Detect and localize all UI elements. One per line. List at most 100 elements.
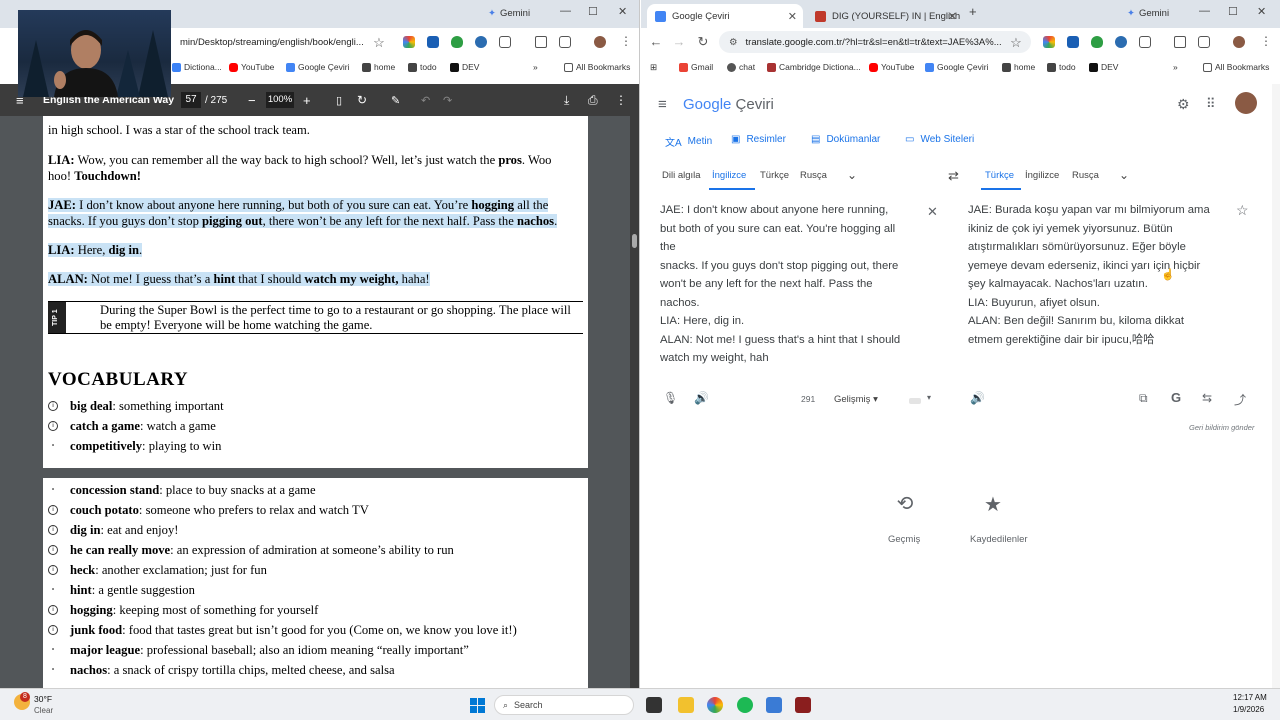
rotate-icon[interactable]: ↻ — [357, 93, 367, 107]
back-icon[interactable]: ← — [645, 34, 667, 49]
google-apps-icon[interactable]: ⠿ — [1206, 96, 1216, 112]
clock-time[interactable]: 12:17 AM — [1233, 693, 1267, 702]
source-lang-detect[interactable]: Dili algıla — [662, 170, 701, 181]
star-icon[interactable]: ☆ — [368, 35, 390, 51]
minimize-icon[interactable]: — — [560, 5, 571, 17]
menu-icon[interactable]: ⋮ — [620, 34, 632, 48]
all-bookmarks[interactable]: All Bookmarks — [1203, 62, 1269, 72]
bookmark-item[interactable]: todo — [1047, 62, 1076, 72]
reading-list-icon[interactable] — [559, 36, 571, 48]
shield-icon[interactable] — [451, 36, 463, 48]
zoom-input[interactable]: 100% — [266, 92, 294, 108]
listen-source-icon[interactable]: 🔊 — [694, 391, 709, 405]
listen-translation-icon[interactable]: 🔊 — [970, 391, 985, 405]
mode-documents[interactable]: ▤ Dokümanlar — [811, 134, 880, 145]
bookmark-item[interactable]: chat — [727, 62, 755, 72]
save-star-icon[interactable]: ☆ — [1236, 202, 1249, 219]
redo-icon[interactable]: ↷ — [443, 94, 452, 107]
task-view-icon[interactable] — [646, 697, 662, 713]
copy-icon[interactable]: ⧉ — [1139, 391, 1148, 406]
gemini-button[interactable]: ✦ Gemini — [488, 8, 530, 19]
clock-date[interactable]: 1/9/2026 — [1233, 705, 1264, 714]
pdf-scrollbar[interactable] — [630, 116, 639, 688]
history-label[interactable]: Geçmiş — [888, 534, 920, 545]
bookmark-item[interactable]: Google Çeviri — [286, 62, 350, 72]
reload-icon[interactable]: ↻ — [692, 34, 714, 50]
all-bookmarks[interactable]: All Bookmarks — [564, 62, 630, 72]
bookmark-star-icon[interactable] — [1174, 36, 1186, 48]
share-icon[interactable]: ⤴ — [1234, 391, 1246, 408]
bookmark-item[interactable]: DEV — [1089, 62, 1118, 72]
target-lang-english[interactable]: İngilizce — [1025, 170, 1059, 181]
mode-images[interactable]: ▣ Resimler — [731, 134, 786, 145]
gemini-button[interactable]: ✦ Gemini — [1127, 8, 1169, 19]
notepad-icon[interactable] — [766, 697, 782, 713]
source-lang-turkish[interactable]: Türkçe — [760, 170, 789, 181]
spotify-icon[interactable] — [737, 697, 753, 713]
zoom-in-icon[interactable]: + — [303, 93, 311, 108]
weather-temperature[interactable]: 30°F — [34, 694, 52, 704]
download-icon[interactable]: ⤓ — [564, 93, 569, 108]
app-icon[interactable] — [795, 697, 811, 713]
taskbar-search[interactable]: ⌕ Search — [494, 695, 634, 715]
history-icon[interactable]: ⟲ — [883, 492, 927, 536]
pdf-viewer[interactable]: in high school. I was a star of the scho… — [0, 116, 639, 688]
rate-translation-icon[interactable]: ⇆ — [1202, 391, 1212, 405]
clear-text-icon[interactable]: ✕ — [927, 204, 938, 220]
star-icon[interactable]: ☆ — [1005, 35, 1027, 51]
undo-icon[interactable]: ↶ — [421, 94, 430, 107]
bookmark-item[interactable]: home — [362, 62, 395, 72]
extension-icon[interactable] — [1067, 36, 1079, 48]
hamburger-menu-icon[interactable]: ≡ — [658, 96, 667, 113]
caret-down-icon[interactable]: ▾ — [927, 393, 931, 402]
zoom-out-icon[interactable]: − — [248, 93, 256, 108]
saved-label[interactable]: Kaydedilenler — [970, 534, 1028, 545]
extension-icon[interactable] — [427, 36, 439, 48]
scrollbar-thumb[interactable] — [632, 234, 637, 248]
bookmark-item[interactable]: YouTube — [229, 62, 274, 72]
tab-dig-in[interactable]: DIG (YOURSELF) IN | English m ✕ — [807, 4, 963, 28]
target-lang-russian[interactable]: Rusça — [1072, 170, 1099, 181]
extension-icon[interactable] — [1043, 36, 1055, 48]
site-info-icon[interactable]: ⚙ — [729, 37, 738, 48]
google-search-icon[interactable]: G — [1171, 390, 1181, 405]
forward-icon[interactable]: → — [668, 34, 690, 49]
maximize-icon[interactable]: ☐ — [1228, 5, 1238, 18]
more-bookmarks[interactable]: » — [533, 62, 538, 72]
bookmark-item[interactable]: DEV — [450, 62, 479, 72]
swap-languages-icon[interactable]: ⇄ — [948, 168, 959, 184]
settings-gear-icon[interactable]: ⚙ — [1177, 96, 1190, 113]
mode-websites[interactable]: ▭ Web Siteleri — [905, 134, 974, 145]
page-scrollbar[interactable] — [1272, 84, 1280, 688]
puzzle-icon[interactable] — [1139, 36, 1151, 48]
saved-star-icon[interactable]: ★ — [981, 492, 1005, 517]
microphone-icon[interactable]: 🎙 — [663, 391, 678, 405]
extension-icon[interactable] — [403, 36, 415, 48]
tab-google-translate[interactable]: Google Çeviri ✕ — [647, 4, 803, 28]
close-tab-icon[interactable]: ✕ — [788, 10, 797, 23]
toggle-icon[interactable] — [909, 398, 921, 404]
bookmark-item[interactable]: Google Çeviri — [925, 62, 989, 72]
apps-icon[interactable]: ⊞ — [650, 62, 657, 73]
mode-text[interactable]: 文A Metin — [665, 134, 712, 149]
target-lang-more-chevron-icon[interactable]: ⌄ — [1119, 168, 1129, 182]
reading-list-icon[interactable] — [1198, 36, 1210, 48]
annotate-icon[interactable]: ✎ — [391, 94, 400, 107]
source-lang-english[interactable]: İngilizce — [712, 170, 746, 181]
fit-page-icon[interactable]: ▯ — [336, 94, 342, 107]
start-button[interactable] — [470, 698, 485, 713]
bookmark-item[interactable]: Dictiona... — [172, 62, 222, 72]
bookmark-item[interactable]: Cambridge Dictiona... — [767, 62, 861, 72]
print-icon[interactable]: ⎙ — [588, 93, 598, 108]
more-actions-icon[interactable]: ⋮ — [615, 93, 627, 107]
minimize-icon[interactable]: — — [1199, 5, 1210, 17]
avatar[interactable] — [1235, 92, 1257, 114]
page-number-input[interactable]: 57 — [181, 92, 201, 108]
bookmark-item[interactable]: home — [1002, 62, 1035, 72]
more-bookmarks[interactable]: » — [1173, 62, 1178, 72]
source-lang-more-chevron-icon[interactable]: ⌄ — [847, 168, 857, 182]
file-explorer-icon[interactable] — [678, 697, 694, 713]
shield-icon[interactable] — [1091, 36, 1103, 48]
puzzle-icon[interactable] — [499, 36, 511, 48]
send-feedback-link[interactable]: Geri bildirim gönder — [1189, 423, 1254, 432]
